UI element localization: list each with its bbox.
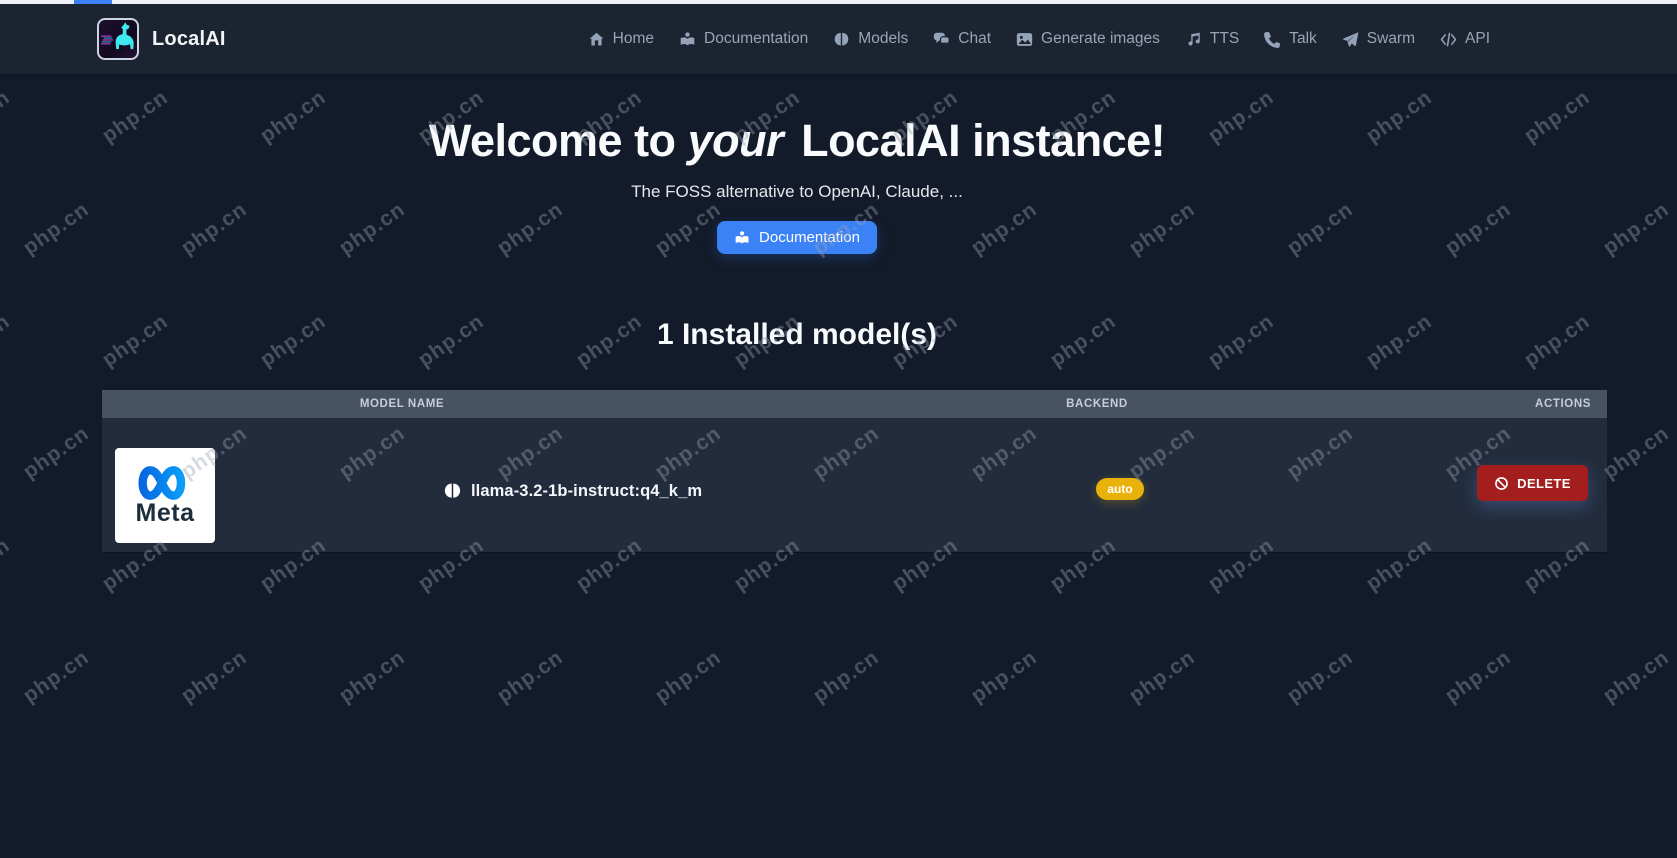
nav-item-home[interactable]: Home <box>588 30 654 48</box>
watermark-text: php.cn <box>492 197 568 260</box>
nav-label: Swarm <box>1366 30 1416 47</box>
watermark-text: php.cn <box>0 533 15 596</box>
nav-item-documentation[interactable]: Documentation <box>679 30 808 48</box>
table-row: Meta llama-3.2-1b-instruct:q4_k_m auto D… <box>102 418 1607 553</box>
brain-icon <box>834 32 849 45</box>
paper-plane-icon <box>1342 31 1359 47</box>
localai-llama-logo-icon <box>97 18 139 60</box>
watermark-text: php.cn <box>176 645 252 708</box>
home-icon <box>589 32 603 45</box>
models-table: MODEL NAME BACKEND ACTIONS Meta llama-3.… <box>102 390 1607 553</box>
watermark-text: php.cn <box>334 645 410 708</box>
nav-item-tts[interactable]: TTS <box>1185 30 1239 48</box>
nav-item-talk[interactable]: Talk <box>1264 30 1317 48</box>
ban-icon <box>1495 476 1509 490</box>
watermark-text: php.cn <box>650 197 726 260</box>
nav-label: Home <box>612 30 655 47</box>
watermark-text: php.cn <box>1598 421 1674 484</box>
watermark-text: php.cn <box>1440 645 1516 708</box>
watermark-text: php.cn <box>1282 197 1358 260</box>
watermark-text: php.cn <box>1598 197 1674 260</box>
chat-bubbles-icon <box>934 32 951 47</box>
nav-label: Documentation <box>704 30 809 47</box>
column-header-backend: BACKEND <box>1066 398 1128 410</box>
watermark-text: php.cn <box>650 645 726 708</box>
brand-link[interactable]: LocalAI <box>97 18 226 60</box>
nav-item-swarm[interactable]: Swarm <box>1342 30 1415 48</box>
column-header-model-name: MODEL NAME <box>359 398 445 410</box>
watermark-text: php.cn <box>18 645 94 708</box>
book-reader-icon <box>680 31 695 45</box>
watermark-text: php.cn <box>808 645 884 708</box>
watermark-text: php.cn <box>966 645 1042 708</box>
nav-item-generate-images[interactable]: Generate images <box>1016 30 1160 48</box>
installed-models-heading: 1 Installed model(s) <box>656 318 938 351</box>
nav-menu: Home Documentation Models Chat Generate … <box>588 4 1490 74</box>
watermark-text: php.cn <box>1282 645 1358 708</box>
watermark-text: php.cn <box>1440 197 1516 260</box>
model-name: llama-3.2-1b-instruct:q4_k_m <box>471 481 703 500</box>
watermark-text: php.cn <box>492 645 568 708</box>
navbar: LocalAI Home Documentation Models Chat G… <box>0 4 1677 75</box>
brain-icon <box>444 483 461 498</box>
browser-top-strip <box>0 0 1677 4</box>
delete-button-label: DELETE <box>1517 475 1571 491</box>
backend-badge[interactable]: auto <box>1096 478 1144 500</box>
title-emphasis: your <box>687 115 784 166</box>
watermark-text: php.cn <box>966 197 1042 260</box>
watermark-text: php.cn <box>1124 197 1200 260</box>
brand-title: LocalAI <box>152 27 226 50</box>
nav-label: API <box>1465 30 1490 47</box>
nav-label: Generate images <box>1041 30 1160 47</box>
watermark-text: php.cn <box>18 421 94 484</box>
title-prefix: Welcome to <box>428 115 688 166</box>
nav-label: Talk <box>1289 30 1317 47</box>
book-reader-icon <box>735 230 749 243</box>
page-title: Welcome to your LocalAI instance! <box>0 115 1594 167</box>
nav-label: Models <box>858 30 909 47</box>
avatar-label: Meta <box>135 498 195 527</box>
watermark-text: php.cn <box>18 197 94 260</box>
nav-label: Chat <box>958 30 992 47</box>
hero-subtitle: The FOSS alternative to OpenAI, Claude, … <box>631 182 963 201</box>
model-name-cell: llama-3.2-1b-instruct:q4_k_m <box>443 480 702 502</box>
music-note-icon <box>1188 32 1200 45</box>
nav-item-chat[interactable]: Chat <box>933 30 991 48</box>
code-icon <box>1440 32 1457 46</box>
image-icon <box>1016 32 1033 46</box>
column-header-actions: ACTIONS <box>1535 398 1591 410</box>
documentation-button[interactable]: Documentation <box>717 221 877 254</box>
nav-item-api[interactable]: API <box>1440 30 1490 48</box>
watermark-text: php.cn <box>1598 645 1674 708</box>
title-suffix: LocalAI instance! <box>789 115 1166 166</box>
top-strip-accent <box>74 0 112 4</box>
watermark-text: php.cn <box>176 197 252 260</box>
nav-label: TTS <box>1209 30 1240 47</box>
table-header: MODEL NAME BACKEND ACTIONS <box>102 390 1607 418</box>
documentation-button-label: Documentation <box>759 229 860 246</box>
watermark-text: php.cn <box>1124 645 1200 708</box>
watermark-text: php.cn <box>334 197 410 260</box>
delete-button[interactable]: DELETE <box>1477 465 1588 501</box>
phone-icon <box>1264 31 1281 48</box>
model-avatar-meta: Meta <box>115 448 215 543</box>
nav-item-models[interactable]: Models <box>833 30 908 48</box>
meta-infinity-icon <box>138 465 186 500</box>
